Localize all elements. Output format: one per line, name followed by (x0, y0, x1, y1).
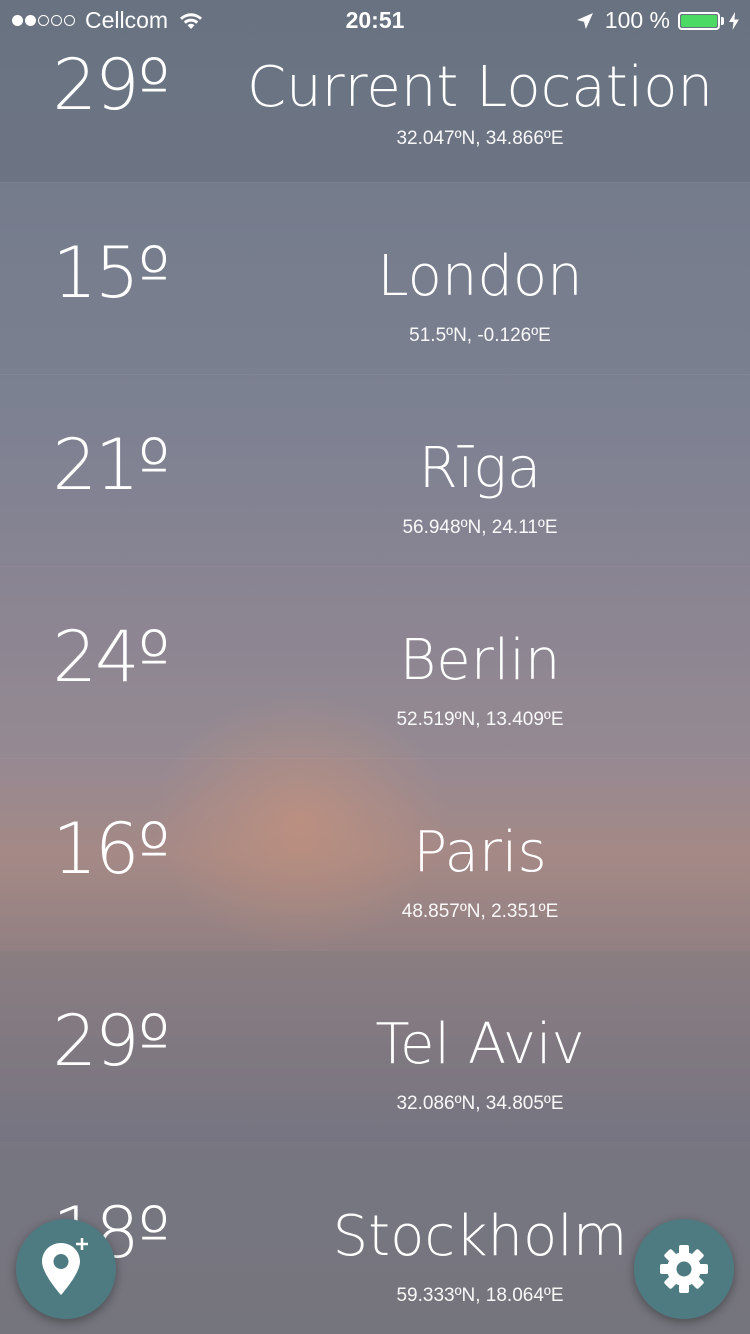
city-name: Rīga (418, 436, 542, 501)
battery-percentage: 100 % (604, 7, 670, 33)
city-coordinates: 48.857ºN, 2.351ºE (401, 901, 559, 922)
location-arrow-icon (576, 12, 593, 29)
status-bar: Cellcom 20:51 100 % (0, 0, 750, 40)
city-temperature: 15º (52, 232, 170, 314)
settings-button[interactable] (634, 1219, 734, 1319)
city-row-berlin[interactable]: 24º Berlin 52.519ºN, 13.409ºE (0, 566, 750, 758)
city-name: London (377, 244, 583, 309)
city-coordinates: 51.5ºN, -0.126ºE (409, 325, 551, 346)
status-right: 100 % (575, 7, 740, 34)
map-pin-plus-icon (42, 1238, 88, 1295)
city-row-riga[interactable]: 21º Rīga 56.948ºN, 24.11ºE (0, 374, 750, 566)
city-coordinates: 56.948ºN, 24.11ºE (402, 517, 558, 538)
city-name: Paris (413, 820, 547, 885)
battery-tip (721, 16, 724, 25)
city-name: Berlin (399, 628, 561, 693)
battery-icon (678, 11, 720, 30)
city-coordinates: 32.086ºN, 34.805ºE (396, 1093, 564, 1114)
city-coordinates: 52.519ºN, 13.409ºE (396, 709, 564, 730)
city-name: Tel Aviv (375, 1012, 585, 1077)
add-location-button[interactable] (16, 1219, 116, 1319)
city-row-stockholm[interactable]: 18º Stockholm 59.333ºN, 18.064ºE (0, 1142, 750, 1334)
battery-level (681, 14, 717, 27)
city-temperature: 29º (52, 1000, 170, 1082)
city-temperature: 16º (52, 808, 170, 890)
weather-screen: Cellcom 20:51 100 % 29º Current Location… (0, 0, 750, 1334)
city-row-london[interactable]: 15º London 51.5ºN, -0.126ºE (0, 182, 750, 374)
city-name: Current Location (247, 55, 713, 120)
city-row-paris[interactable]: 16º Paris 48.857ºN, 2.351ºE (0, 758, 750, 950)
gear-icon (660, 1245, 708, 1293)
city-coordinates: 32.047ºN, 34.866ºE (396, 128, 564, 149)
city-row-tel-aviv[interactable]: 29º Tel Aviv 32.086ºN, 34.805ºE (0, 950, 750, 1142)
charging-bolt-icon (729, 11, 739, 30)
city-list: 29º Current Location 32.047ºN, 34.866ºE … (0, 0, 750, 1334)
city-temperature: 24º (52, 616, 170, 698)
city-temperature: 21º (52, 424, 170, 506)
city-temperature: 29º (52, 44, 170, 126)
